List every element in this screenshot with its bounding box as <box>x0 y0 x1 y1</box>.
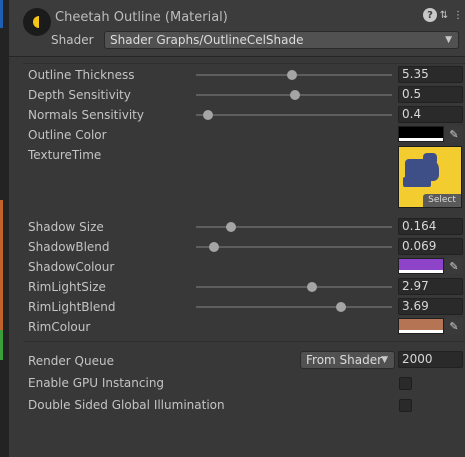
rim-colour-label: RimColour <box>28 320 91 334</box>
normals-sensitivity-label: Normals Sensitivity <box>28 108 144 122</box>
shadow-size-field[interactable]: 0.164 <box>398 218 463 235</box>
rim-light-size-field[interactable]: 2.97 <box>398 278 463 295</box>
edge-segment <box>0 200 3 330</box>
render-queue-field[interactable]: 2000 <box>398 351 463 368</box>
shadow-blend-label: ShadowBlend <box>28 240 110 254</box>
texture-select-button[interactable]: Select <box>423 194 461 207</box>
eyedropper-icon[interactable]: ✎ <box>445 258 463 274</box>
left-panel-edge <box>0 0 9 457</box>
shader-dropdown[interactable]: Shader Graphs/OutlineCelShade ▼ <box>104 31 459 49</box>
chevron-down-icon: ▼ <box>445 35 452 45</box>
shadow-blend-field[interactable]: 0.069 <box>398 238 463 255</box>
double-sided-gi-checkbox[interactable] <box>399 399 412 412</box>
outline-thickness-label: Outline Thickness <box>28 68 135 82</box>
shadow-size-slider[interactable] <box>196 222 392 232</box>
outline-thickness-field[interactable]: 5.35 <box>398 66 463 83</box>
slider-handle[interactable] <box>209 242 219 252</box>
shadow-colour-swatch[interactable] <box>398 258 444 274</box>
section-divider <box>23 63 465 64</box>
normals-sensitivity-field[interactable]: 0.4 <box>398 106 463 123</box>
outline-color-label: Outline Color <box>28 128 107 142</box>
depth-sensitivity-label: Depth Sensitivity <box>28 88 131 102</box>
material-inspector: Cheetah Outline (Material) ? ⇅ ⋮ Shader … <box>9 0 465 457</box>
slider-handle[interactable] <box>336 302 346 312</box>
rim-light-size-slider[interactable] <box>196 282 392 292</box>
shadow-colour-label: ShadowColour <box>28 260 115 274</box>
rim-light-size-label: RimLightSize <box>28 280 106 294</box>
render-queue-label: Render Queue <box>28 354 114 368</box>
shadow-size-label: Shadow Size <box>28 220 104 234</box>
edge-segment <box>0 0 3 28</box>
slider-handle[interactable] <box>226 222 236 232</box>
material-icon <box>23 8 51 36</box>
slider-handle[interactable] <box>203 110 213 120</box>
shader-label: Shader <box>51 33 94 47</box>
eyedropper-icon[interactable]: ✎ <box>445 126 463 142</box>
rim-colour-swatch[interactable] <box>398 318 444 334</box>
kebab-menu-icon[interactable]: ⋮ <box>451 8 465 22</box>
material-header: Cheetah Outline (Material) ? ⇅ ⋮ Shader … <box>9 0 465 57</box>
section-divider <box>23 341 465 342</box>
texture-shape <box>403 177 431 187</box>
material-title: Cheetah Outline (Material) <box>55 10 228 25</box>
slider-handle[interactable] <box>290 90 300 100</box>
double-sided-gi-label: Double Sided Global Illumination <box>28 398 225 412</box>
texture-shape <box>423 153 437 165</box>
outline-thickness-slider[interactable] <box>196 70 392 80</box>
depth-sensitivity-field[interactable]: 0.5 <box>398 86 463 103</box>
eyedropper-icon[interactable]: ✎ <box>445 318 463 334</box>
outline-color-swatch[interactable] <box>398 126 444 142</box>
rim-light-blend-slider[interactable] <box>196 302 392 312</box>
rim-light-blend-label: RimLightBlend <box>28 300 116 314</box>
chevron-down-icon: ▼ <box>381 355 388 365</box>
shadow-blend-slider[interactable] <box>196 242 392 252</box>
texture-time-thumbnail[interactable]: Select <box>398 146 462 208</box>
render-queue-dropdown[interactable]: From Shader ▼ <box>300 351 395 369</box>
gpu-instancing-label: Enable GPU Instancing <box>28 376 165 390</box>
normals-sensitivity-slider[interactable] <box>196 110 392 120</box>
slider-handle[interactable] <box>307 282 317 292</box>
help-icon[interactable]: ? <box>423 8 437 22</box>
gpu-instancing-checkbox[interactable] <box>399 377 412 390</box>
rim-light-blend-field[interactable]: 3.69 <box>398 298 463 315</box>
sliders-icon[interactable]: ⇅ <box>437 8 451 22</box>
slider-handle[interactable] <box>287 70 297 80</box>
texture-time-label: TextureTime <box>28 148 102 162</box>
shader-dropdown-value: Shader Graphs/OutlineCelShade <box>110 33 304 47</box>
render-queue-mode: From Shader <box>306 353 383 367</box>
depth-sensitivity-slider[interactable] <box>196 90 392 100</box>
edge-segment <box>0 330 3 360</box>
